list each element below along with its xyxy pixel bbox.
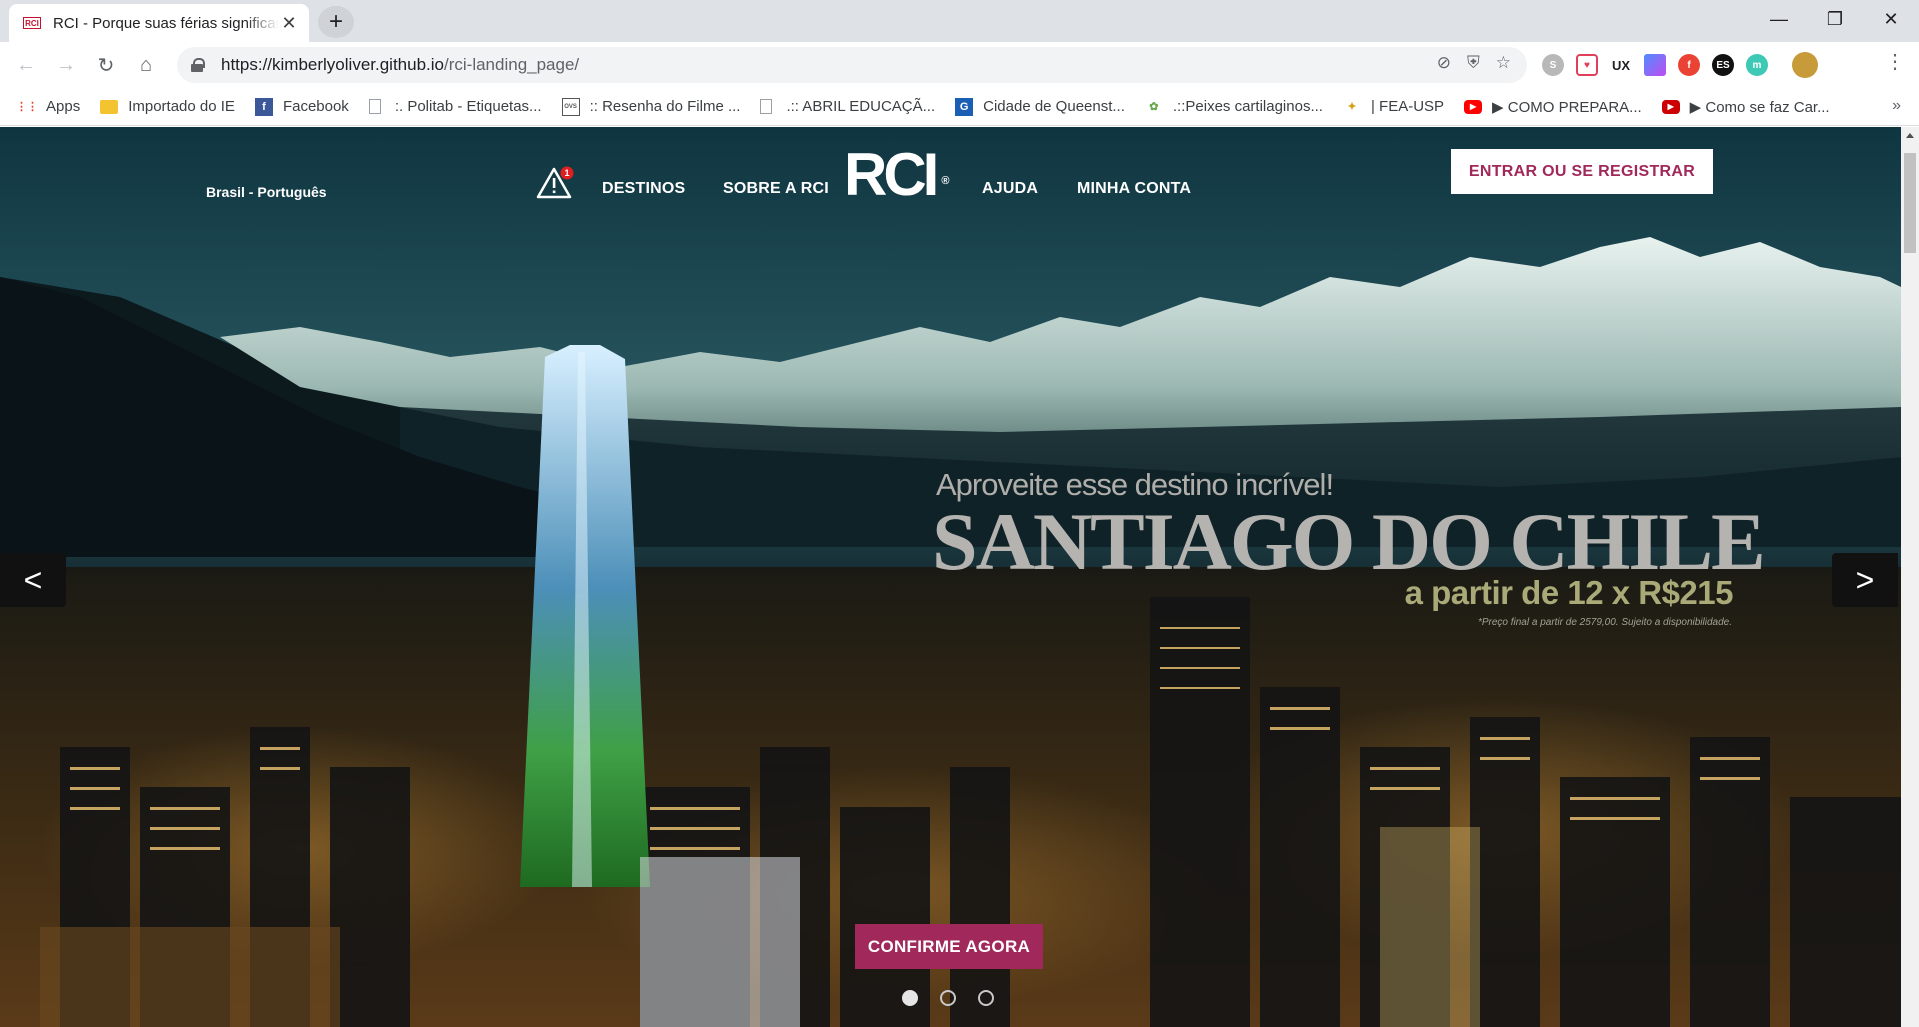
minimize-button[interactable]: — <box>1751 0 1807 38</box>
bookmark-item[interactable]: :. Politab - Etiquetas... <box>368 98 542 115</box>
red-ext-icon[interactable]: f <box>1678 54 1700 76</box>
ovs-icon: OVS <box>561 97 580 116</box>
shield-icon[interactable]: ⛨ <box>1467 53 1480 73</box>
bookmark-item[interactable]: ▶ ▶ Como se faz Car... <box>1661 98 1830 116</box>
bookmark-label: Cidade de Queenst... <box>983 98 1125 115</box>
bookmark-label: .:: ABRIL EDUCAÇÃ... <box>786 98 936 115</box>
profile-avatar[interactable] <box>1792 52 1818 78</box>
bookmark-label: Apps <box>46 98 81 115</box>
bookmark-item[interactable]: ⋮⋮ Apps <box>16 98 81 116</box>
tab-strip: RCI RCI - Porque suas férias significam … <box>0 0 1919 42</box>
bookmark-item[interactable]: f Facebook <box>254 97 349 116</box>
url-path: /rci-landing_page/ <box>444 55 580 74</box>
registered-mark: ® <box>941 175 950 187</box>
page-scrollbar[interactable] <box>1901 127 1919 1027</box>
carousel-next-button[interactable]: > <box>1832 553 1898 607</box>
bookmark-item[interactable]: G Cidade de Queenst... <box>955 97 1125 116</box>
star-icon[interactable]: ☆ <box>1496 53 1511 73</box>
m-icon[interactable]: m <box>1746 54 1768 76</box>
bookmark-label: | FEA-USP <box>1370 98 1445 115</box>
carousel-dot[interactable] <box>940 990 956 1006</box>
alert-badge-count: 1 <box>564 168 569 178</box>
youtube-icon: ▶ <box>1464 99 1483 114</box>
alert-warning-icon[interactable]: 1 <box>536 165 576 201</box>
nav-sobre-link[interactable]: SOBRE A RCI <box>723 180 829 198</box>
bookmarks-overflow-button[interactable]: » <box>1892 97 1901 115</box>
new-tab-button[interactable]: + <box>318 6 354 38</box>
home-button[interactable]: ⌂ <box>128 47 164 83</box>
signin-register-button[interactable]: ENTRAR OU SE REGISTRAR <box>1451 149 1713 194</box>
close-tab-icon[interactable]: ✕ <box>279 13 299 34</box>
bookmark-item[interactable]: ✦ | FEA-USP <box>1343 98 1444 116</box>
page-viewport: Brasil - Português 1 DESTINOS SOBRE A RC… <box>0 127 1901 1027</box>
confirme-agora-button[interactable]: CONFIRME AGORA <box>855 924 1043 969</box>
omnibox-icons: ⊘ ⛨ ☆ <box>1437 53 1511 73</box>
pocket-icon[interactable]: ♥ <box>1576 54 1598 76</box>
site-header: Brasil - Português 1 DESTINOS SOBRE A RC… <box>0 127 1901 247</box>
url-host: https://kimberlyoliver.github.io <box>221 55 444 74</box>
nav-minha-conta-link[interactable]: MINHA CONTA <box>1077 180 1191 198</box>
carousel-dot[interactable] <box>978 990 994 1006</box>
fea-icon: ✦ <box>1347 101 1357 113</box>
page-icon <box>368 99 381 114</box>
lock-icon[interactable] <box>191 58 205 72</box>
back-button[interactable]: ← <box>8 47 44 83</box>
nav-ajuda-link[interactable]: AJUDA <box>982 180 1038 198</box>
browser-menu-icon[interactable]: ⋮ <box>1885 52 1905 72</box>
bookmark-item[interactable]: ✿ .::Peixes cartilaginos... <box>1145 98 1323 116</box>
close-window-button[interactable]: ✕ <box>1863 0 1919 38</box>
address-bar[interactable]: https://kimberlyoliver.github.io/rci-lan… <box>177 47 1527 83</box>
scrollbar-thumb[interactable] <box>1904 153 1916 253</box>
translate-icon[interactable]: ⊘ <box>1437 53 1451 73</box>
youtube-icon: ▶ <box>1661 99 1680 114</box>
maximize-button[interactable]: ❐ <box>1807 0 1863 38</box>
skype-icon[interactable]: S <box>1542 54 1564 76</box>
bookmark-label: ▶ COMO PREPARA... <box>1492 98 1642 116</box>
slide-price-note: *Preço final a partir de 2579,00. Sujeit… <box>1477 617 1732 628</box>
scroll-up-arrow-icon[interactable] <box>1906 133 1914 138</box>
folder-icon <box>100 99 119 114</box>
bookmark-item[interactable]: .:: ABRIL EDUCAÇÃ... <box>760 98 935 115</box>
carousel-prev-button[interactable]: < <box>0 553 66 607</box>
bookmark-label: Importado do IE <box>128 98 235 115</box>
nav-destinos-link[interactable]: DESTINOS <box>602 180 685 198</box>
bookmark-item[interactable]: ▶ ▶ COMO PREPARA... <box>1464 98 1642 116</box>
window-controls: — ❐ ✕ <box>1751 0 1919 38</box>
apps-grid-icon: ⋮⋮ <box>16 101 38 113</box>
rci-favicon-icon: RCI <box>23 17 41 29</box>
bookmark-item[interactable]: OVS:: Resenha do Filme ... <box>561 97 741 116</box>
gradient-icon[interactable] <box>1644 54 1666 76</box>
tab-title: RCI - Porque suas férias significam <box>53 14 280 32</box>
bookmark-item[interactable]: Importado do IE <box>100 98 235 115</box>
hero-carousel: Brasil - Português 1 DESTINOS SOBRE A RC… <box>0 127 1901 1027</box>
bookmarks-bar: ⋮⋮ Apps Importado do IE f Facebook :. Politab… <box>0 88 1919 126</box>
extension-icons: S ♥ UX f ES m <box>1542 52 1818 78</box>
ux-icon[interactable]: UX <box>1610 54 1632 76</box>
logo-text: RCI <box>844 141 939 208</box>
rci-logo[interactable]: RCI ® <box>844 145 949 205</box>
fish-icon: ✿ <box>1149 101 1159 113</box>
bookmark-label: .::Peixes cartilaginos... <box>1172 98 1323 115</box>
bookmark-label: Facebook <box>282 98 349 115</box>
browser-toolbar: ← → ↻ ⌂ https://kimberlyoliver.github.io… <box>0 42 1919 88</box>
forward-button[interactable]: → <box>48 47 84 83</box>
slide-price: a partir de 12 x R$215 <box>1404 574 1734 611</box>
page-icon <box>760 99 773 114</box>
carousel-indicators <box>902 990 994 1006</box>
es-icon[interactable]: ES <box>1712 54 1734 76</box>
g-icon: G <box>955 97 974 116</box>
bookmark-label: ▶ Como se faz Car... <box>1689 98 1830 116</box>
bookmark-label: :. Politab - Etiquetas... <box>394 98 542 115</box>
facebook-icon: f <box>254 97 273 116</box>
carousel-dot[interactable] <box>902 990 918 1006</box>
browser-tab[interactable]: RCI RCI - Porque suas férias significam … <box>9 4 309 42</box>
language-selector[interactable]: Brasil - Português <box>206 184 327 200</box>
bookmark-label: :: Resenha do Filme ... <box>589 98 741 115</box>
reload-button[interactable]: ↻ <box>88 47 124 83</box>
